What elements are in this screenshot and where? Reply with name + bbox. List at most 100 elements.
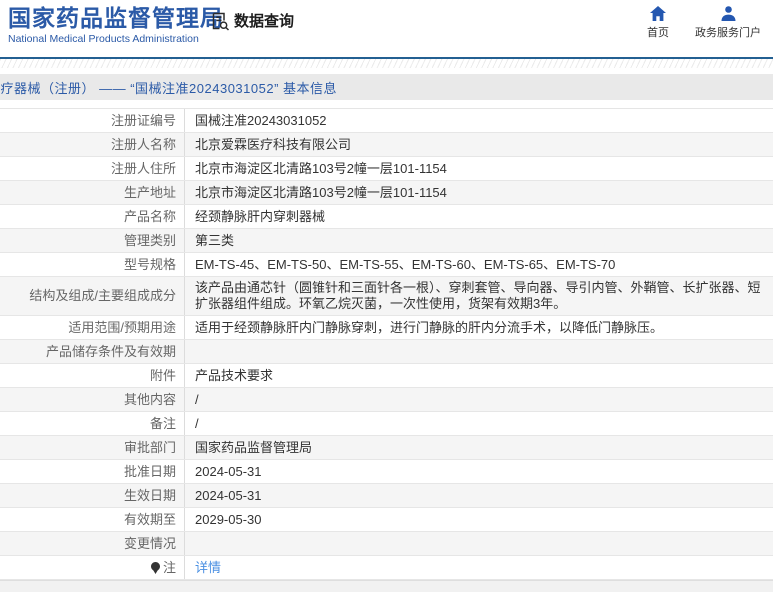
site-logo: 国家药品监督管理局 National Medical Products Admi… xyxy=(8,5,224,45)
table-row: 其他内容 / xyxy=(0,388,773,412)
row-value-text: EM-TS-45、EM-TS-50、EM-TS-55、EM-TS-60、EM-T… xyxy=(195,256,616,272)
row-label: 管理类别 xyxy=(0,229,185,252)
row-value-text: 经颈静脉肝内穿刺器械 xyxy=(195,208,326,224)
breadcrumb-text: 医疗器械（注册） —— “国械注准20243031052” 基本信息 xyxy=(0,80,338,96)
row-label-text: 批准日期 xyxy=(123,463,176,479)
hatch-band xyxy=(0,59,773,68)
row-label-text: 备注 xyxy=(149,415,176,431)
row-value-text: 北京爱霖医疗科技有限公司 xyxy=(195,136,352,152)
table-row: 结构及组成/主要组成成分 该产品由通芯针（圆锥针和三面针各一根）、穿刺套管、导向器… xyxy=(0,277,773,316)
row-label-text: 其他内容 xyxy=(123,391,176,407)
row-value: 北京市海淀区北清路103号2幢一层101-1154 xyxy=(185,181,773,204)
table-row: 注册证编号 国械注准20243031052 xyxy=(0,109,773,133)
row-value: 该产品由通芯针（圆锥针和三面针各一根）、穿刺套管、导向器、导引内管、外鞘管、长扩… xyxy=(185,277,773,315)
row-label-text: 产品名称 xyxy=(123,208,176,224)
table-row: 注册人住所 北京市海淀区北清路103号2幢一层101-1154 xyxy=(0,157,773,181)
detail-table: 注册证编号 国械注准20243031052 注册人名称 北京爱霖医疗科技有限公司 注册人… xyxy=(0,108,773,580)
row-value-text: 北京市海淀区北清路103号2幢一层101-1154 xyxy=(195,184,447,200)
row-label: 产品储存条件及有效期 xyxy=(0,340,185,363)
row-label: 注册人住所 xyxy=(0,157,185,180)
footer-strip xyxy=(0,580,773,592)
table-row: 注 详情 xyxy=(0,556,773,580)
table-row: 产品名称 经颈静脉肝内穿刺器械 xyxy=(0,205,773,229)
row-label-text: 型号规格 xyxy=(123,256,176,272)
home-icon xyxy=(650,6,666,21)
row-value xyxy=(185,340,773,363)
row-label-text: 注册证编号 xyxy=(110,112,176,128)
row-value: 国家药品监督管理局 xyxy=(185,436,773,459)
table-row: 管理类别 第三类 xyxy=(0,229,773,253)
top-nav: 首页 政务服务门户 xyxy=(647,6,761,40)
table-row: 型号规格 EM-TS-45、EM-TS-50、EM-TS-55、EM-TS-60、… xyxy=(0,253,773,277)
site-header: 国家药品监督管理局 National Medical Products Admi… xyxy=(0,0,773,57)
breadcrumb: 医疗器械（注册） —— “国械注准20243031052” 基本信息 xyxy=(0,74,773,100)
row-label: 型号规格 xyxy=(0,253,185,276)
row-label: 注册人名称 xyxy=(0,133,185,156)
table-row: 审批部门 国家药品监督管理局 xyxy=(0,436,773,460)
row-value: 2024-05-31 xyxy=(185,484,773,507)
row-value: / xyxy=(185,388,773,411)
row-value-text: / xyxy=(195,391,199,407)
row-value: EM-TS-45、EM-TS-50、EM-TS-55、EM-TS-60、EM-T… xyxy=(185,253,773,276)
row-value: 经颈静脉肝内穿刺器械 xyxy=(185,205,773,228)
row-label: 结构及组成/主要组成成分 xyxy=(0,277,185,315)
table-row: 生产地址 北京市海淀区北清路103号2幢一层101-1154 xyxy=(0,181,773,205)
table-row: 产品储存条件及有效期 xyxy=(0,340,773,364)
user-icon xyxy=(721,6,735,21)
row-label-text: 附件 xyxy=(149,367,176,383)
row-value-text: 2024-05-31 xyxy=(195,487,262,503)
row-value: 北京市海淀区北清路103号2幢一层101-1154 xyxy=(185,157,773,180)
row-label: 变更情况 xyxy=(0,532,185,555)
row-label-text: 适用范围/预期用途 xyxy=(68,319,176,335)
table-row: 附件 产品技术要求 xyxy=(0,364,773,388)
row-label-text: 产品储存条件及有效期 xyxy=(45,343,176,359)
row-label-text: 注 xyxy=(162,559,176,575)
row-label: 审批部门 xyxy=(0,436,185,459)
row-label: 备注 xyxy=(0,412,185,435)
table-row: 批准日期 2024-05-31 xyxy=(0,460,773,484)
row-label: 产品名称 xyxy=(0,205,185,228)
row-value-text: 2024-05-31 xyxy=(195,463,262,479)
row-label-text: 注册人名称 xyxy=(110,136,176,152)
row-value: 2024-05-31 xyxy=(185,460,773,483)
row-label-text: 管理类别 xyxy=(123,232,176,248)
row-label: 有效期至 xyxy=(0,508,185,531)
row-label-text: 变更情况 xyxy=(123,535,176,551)
row-value: 适用于经颈静脉肝内门静脉穿刺，进行门静脉的肝内分流手术，以降低门静脉压。 xyxy=(185,316,773,339)
nav-home-label: 首页 xyxy=(647,27,669,39)
row-value-text: / xyxy=(195,415,199,431)
row-label: 生效日期 xyxy=(0,484,185,507)
site-subtitle: National Medical Products Administration xyxy=(8,33,199,45)
nav-home[interactable]: 首页 xyxy=(647,6,669,40)
row-value-text: 2029-05-30 xyxy=(195,511,262,527)
nav-portal-label: 政务服务门户 xyxy=(695,27,761,39)
table-row: 注册人名称 北京爱霖医疗科技有限公司 xyxy=(0,133,773,157)
row-label: 生产地址 xyxy=(0,181,185,204)
table-row: 适用范围/预期用途 适用于经颈静脉肝内门静脉穿刺，进行门静脉的肝内分流手术，以降低… xyxy=(0,316,773,340)
row-value-text: 适用于经颈静脉肝内门静脉穿刺，进行门静脉的肝内分流手术，以降低门静脉压。 xyxy=(195,319,664,335)
row-value-text: 第三类 xyxy=(195,232,235,248)
row-value-text: 国家药品监督管理局 xyxy=(195,439,313,455)
row-label: 批准日期 xyxy=(0,460,185,483)
row-value: 2029-05-30 xyxy=(185,508,773,531)
row-value: 产品技术要求 xyxy=(185,364,773,387)
row-value: 北京爱霖医疗科技有限公司 xyxy=(185,133,773,156)
row-label-text: 生产地址 xyxy=(123,184,176,200)
row-value: 第三类 xyxy=(185,229,773,252)
note-pin-icon xyxy=(150,561,160,574)
nav-data-query-label: 数据查询 xyxy=(234,13,295,30)
detail-link[interactable]: 详情 xyxy=(195,560,221,576)
row-value: 详情 xyxy=(185,556,773,579)
nav-data-query[interactable]: 数据查询 xyxy=(210,10,294,31)
row-label-text: 注册人住所 xyxy=(110,160,176,176)
row-label-text: 审批部门 xyxy=(123,439,176,455)
row-value-text: 产品技术要求 xyxy=(195,367,274,383)
table-row: 变更情况 xyxy=(0,532,773,556)
row-label: 其他内容 xyxy=(0,388,185,411)
row-label: 附件 xyxy=(0,364,185,387)
row-value xyxy=(185,532,773,555)
row-label-text: 生效日期 xyxy=(123,487,176,503)
row-label: 注 xyxy=(0,556,185,579)
nav-portal[interactable]: 政务服务门户 xyxy=(695,6,761,40)
table-row: 有效期至 2029-05-30 xyxy=(0,508,773,532)
